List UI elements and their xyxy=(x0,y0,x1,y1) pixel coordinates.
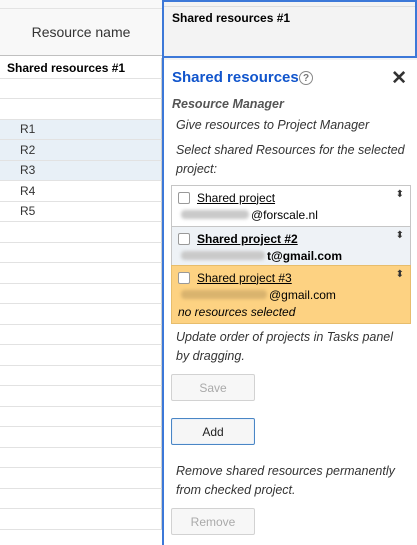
shared-resources-panel: Shared resources #1 Shared resources ? ✕… xyxy=(162,0,417,545)
table-row[interactable] xyxy=(0,222,162,243)
table-row[interactable] xyxy=(0,386,162,407)
close-icon[interactable]: ✕ xyxy=(391,67,407,90)
table-row-resource[interactable]: R1 xyxy=(0,119,162,140)
remove-button[interactable]: Remove xyxy=(171,508,255,535)
table-row[interactable] xyxy=(0,488,162,509)
table-row-resource[interactable]: R2 xyxy=(0,140,162,161)
selected-cell-title: Shared resources #1 xyxy=(172,11,291,25)
table-row[interactable] xyxy=(0,468,162,489)
sidebar-body: Shared resources ? ✕ Resource Manager Gi… xyxy=(164,60,417,545)
section-title-resource-manager: Resource Manager xyxy=(172,97,284,111)
table-row[interactable] xyxy=(0,78,162,99)
select-resources-text: Select shared Resources for the selected… xyxy=(176,143,405,176)
project-item-selected[interactable]: Shared project #3 ⬍ @gmail.com no resour… xyxy=(171,265,411,324)
redacted-email-user xyxy=(181,251,265,260)
sheet-top-bar xyxy=(0,0,162,9)
project-email: @forscale.nl xyxy=(251,207,318,222)
selected-cell-header[interactable]: Shared resources #1 xyxy=(164,0,417,58)
project-name[interactable]: Shared project xyxy=(197,191,275,205)
save-button[interactable]: Save xyxy=(171,374,255,401)
drag-sort-icon[interactable]: ⬍ xyxy=(396,189,404,200)
column-header-resource-name[interactable]: Resource name xyxy=(0,9,162,56)
project-checkbox[interactable] xyxy=(178,232,190,245)
table-row[interactable] xyxy=(0,447,162,468)
table-row[interactable] xyxy=(0,99,162,120)
sheet-rows: Shared resources #1 R1 R2 R3 R4 R5 xyxy=(0,58,162,530)
remove-hint-text: Remove shared resources permanently from… xyxy=(176,464,395,497)
sheet-grid: Resource name Shared resources #1 R1 R2 … xyxy=(0,0,162,545)
table-row[interactable] xyxy=(0,345,162,366)
give-resources-text: Give resources to Project Manager xyxy=(176,118,370,132)
header-top-line xyxy=(164,2,415,7)
table-row[interactable] xyxy=(0,509,162,530)
sidebar-title: Shared resources xyxy=(172,69,299,86)
reorder-hint-text: Update order of projects in Tasks panel … xyxy=(176,330,394,363)
project-item[interactable]: Shared project ⬍ @forscale.nl xyxy=(171,185,411,227)
redacted-email-user xyxy=(181,210,249,219)
project-checkbox[interactable] xyxy=(178,271,190,284)
project-name[interactable]: Shared project #3 xyxy=(197,271,292,285)
table-row[interactable] xyxy=(0,324,162,345)
table-row[interactable] xyxy=(0,427,162,448)
table-row[interactable] xyxy=(0,263,162,284)
project-email: @gmail.com xyxy=(269,287,336,302)
no-resources-note: no resources selected xyxy=(178,304,296,319)
redacted-email-user xyxy=(181,290,267,299)
project-item[interactable]: Shared project #2 ⬍ t@gmail.com xyxy=(171,226,411,268)
table-row[interactable] xyxy=(0,406,162,427)
table-row-resource[interactable]: R4 xyxy=(0,181,162,202)
help-icon[interactable]: ? xyxy=(299,71,313,85)
table-row-header[interactable]: Shared resources #1 xyxy=(0,58,162,79)
table-row-resource[interactable]: R5 xyxy=(0,201,162,222)
project-name[interactable]: Shared project #2 xyxy=(197,232,298,246)
project-checkbox[interactable] xyxy=(178,191,190,204)
table-row[interactable] xyxy=(0,242,162,263)
add-button[interactable]: Add xyxy=(171,418,255,445)
table-row-resource[interactable]: R3 xyxy=(0,160,162,181)
drag-sort-icon[interactable]: ⬍ xyxy=(396,230,404,241)
project-email: t@gmail.com xyxy=(267,248,343,263)
drag-sort-icon[interactable]: ⬍ xyxy=(396,269,404,280)
table-row[interactable] xyxy=(0,365,162,386)
table-row[interactable] xyxy=(0,283,162,304)
table-row[interactable] xyxy=(0,304,162,325)
